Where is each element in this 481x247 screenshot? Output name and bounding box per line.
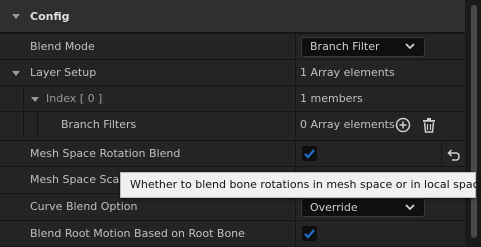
blend-mode-dropdown[interactable]: Branch Filter <box>301 37 425 57</box>
layer-setup-row[interactable]: Layer Setup 1 Array elements <box>0 59 465 85</box>
expand-triangle-icon[interactable] <box>12 71 20 76</box>
blend-root-motion-checkbox[interactable] <box>302 226 317 241</box>
column-divider <box>441 141 442 166</box>
blend-root-motion-row: Blend Root Motion Based on Root Bone <box>0 220 465 246</box>
checkmark-icon <box>304 149 315 159</box>
scrollbar-thumb[interactable] <box>471 5 477 238</box>
blend-mode-value: Branch Filter <box>310 40 380 53</box>
blend-root-motion-label: Blend Root Motion Based on Root Bone <box>30 227 245 240</box>
expand-triangle-icon[interactable] <box>12 14 20 19</box>
section-title: Config <box>30 10 70 23</box>
index-label: Index [ 0 ] <box>46 92 103 105</box>
column-divider <box>295 221 296 246</box>
trash-icon[interactable] <box>421 117 437 133</box>
indent-guide <box>23 112 24 137</box>
indent-guide <box>23 86 24 111</box>
column-divider <box>295 141 296 166</box>
config-section-header[interactable]: Config <box>0 0 465 33</box>
chevron-down-icon <box>405 43 415 50</box>
mesh-space-rotation-blend-row: Mesh Space Rotation Blend <box>0 140 465 166</box>
branch-filters-value: 0 Array elements <box>300 118 395 131</box>
indent-guide <box>37 112 38 137</box>
blend-mode-row: Blend Mode Branch Filter <box>0 33 465 59</box>
index-row[interactable]: Index [ 0 ] 1 members <box>0 85 465 111</box>
tooltip: Whether to blend bone rotations in mesh … <box>120 172 481 198</box>
reset-arrow-icon[interactable] <box>445 147 461 163</box>
index-value: 1 members <box>300 92 363 105</box>
plus-circle-icon[interactable] <box>395 117 411 133</box>
curve-blend-option-dropdown[interactable]: Override <box>301 198 425 217</box>
column-divider <box>295 86 296 111</box>
checkmark-icon <box>304 229 315 239</box>
branch-filters-label: Branch Filters <box>61 118 137 131</box>
column-divider <box>295 34 296 59</box>
column-divider <box>295 112 296 137</box>
chevron-down-icon <box>405 204 415 211</box>
curve-blend-option-value: Override <box>310 201 358 214</box>
mesh-space-rotation-blend-checkbox[interactable] <box>302 146 317 161</box>
expand-triangle-icon[interactable] <box>31 97 39 102</box>
tooltip-text: Whether to blend bone rotations in mesh … <box>130 178 481 191</box>
column-divider <box>295 60 296 85</box>
details-panel: Config Blend Mode Branch Filter Layer Se… <box>0 0 465 246</box>
blend-mode-label: Blend Mode <box>30 40 95 53</box>
mesh-space-rotation-blend-label: Mesh Space Rotation Blend <box>30 147 181 160</box>
branch-filters-row: Branch Filters 0 Array elements <box>0 111 465 137</box>
layer-setup-value: 1 Array elements <box>300 66 395 79</box>
layer-setup-label: Layer Setup <box>30 66 97 79</box>
